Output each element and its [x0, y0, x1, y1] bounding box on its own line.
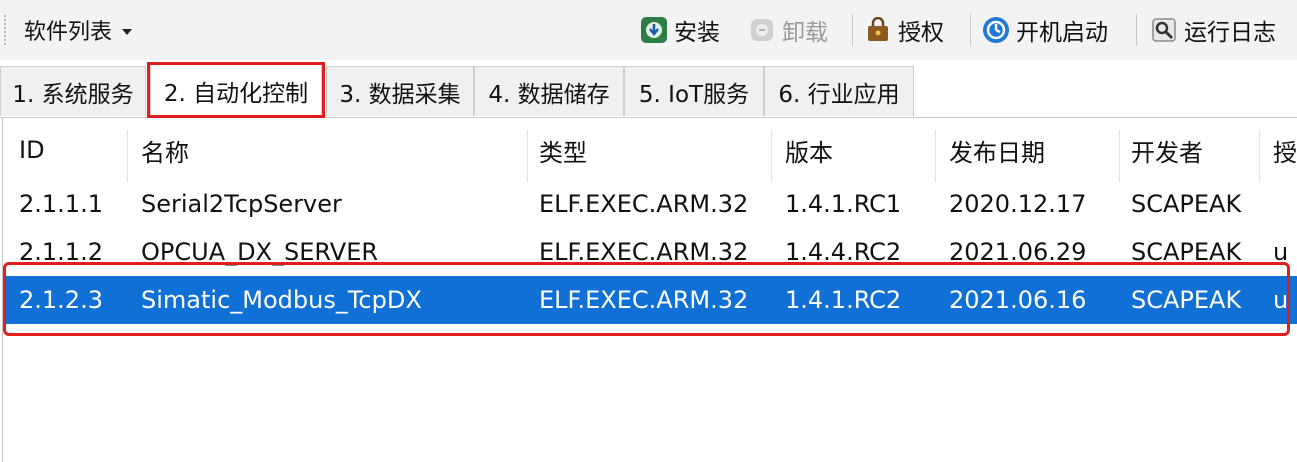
tab-data-acquisition[interactable]: 3. 数据采集	[326, 66, 474, 116]
cell-version: 1.4.4.RC2	[785, 238, 902, 266]
authorize-label: 授权	[898, 20, 944, 46]
tab-iot-services[interactable]: 5. IoT服务	[624, 66, 764, 116]
autostart-icon	[982, 16, 1010, 44]
cell-developer: SCAPEAK	[1131, 238, 1242, 266]
toolbar-divider	[970, 14, 971, 46]
column-divider[interactable]	[527, 130, 528, 182]
tab-data-storage[interactable]: 4. 数据储存	[474, 66, 624, 116]
cell-authorization: u	[1273, 238, 1289, 266]
tab-label: 1. 系统服务	[12, 81, 134, 108]
column-divider[interactable]	[771, 130, 772, 182]
cell-type: ELF.EXEC.ARM.32	[539, 238, 749, 266]
log-button[interactable]: 运行日志	[1150, 10, 1276, 50]
cell-id: 2.1.1.1	[19, 190, 103, 218]
software-list-label: 软件列表	[24, 20, 113, 45]
column-header-id[interactable]: ID	[19, 124, 119, 176]
install-button[interactable]: 安装	[640, 10, 720, 50]
cell-release-date: 2021.06.29	[949, 238, 1087, 266]
cell-name: Simatic_Modbus_TcpDX	[141, 286, 422, 314]
cell-id: 2.1.1.2	[19, 238, 103, 266]
toolbar-divider	[1136, 14, 1137, 46]
cell-version: 1.4.1.RC1	[785, 190, 902, 218]
table-row[interactable]: 2.1.1.2 OPCUA_DX_SERVER ELF.EXEC.ARM.32 …	[3, 228, 1297, 276]
cell-version: 1.4.1.RC2	[785, 286, 902, 314]
column-divider[interactable]	[935, 130, 936, 182]
autostart-button[interactable]: 开机启动	[982, 10, 1108, 50]
column-header-release-date[interactable]: 发布日期	[949, 124, 1109, 176]
column-divider[interactable]	[1259, 130, 1260, 182]
column-header-version[interactable]: 版本	[785, 124, 931, 176]
chevron-down-icon	[122, 29, 133, 35]
table-header: ID 名称 类型 版本 发布日期 开发者 授	[3, 124, 1297, 182]
column-divider[interactable]	[1119, 130, 1120, 182]
toolbar-divider	[852, 14, 853, 46]
column-header-authorization[interactable]: 授	[1273, 124, 1297, 176]
column-header-name[interactable]: 名称	[141, 124, 521, 176]
software-table: ID 名称 类型 版本 发布日期 开发者 授 2.1.1.1 Serial2Tc…	[2, 118, 1297, 462]
table-row[interactable]: 2.1.1.1 Serial2TcpServer ELF.EXEC.ARM.32…	[3, 180, 1297, 228]
tab-industry-apps[interactable]: 6. 行业应用	[764, 66, 914, 116]
log-label: 运行日志	[1184, 20, 1276, 46]
toolbar: 软件列表 安装 卸载 授权 开机启动 运行日志	[0, 0, 1297, 60]
uninstall-button[interactable]: 卸载	[748, 10, 828, 50]
uninstall-icon	[748, 16, 776, 44]
column-divider[interactable]	[127, 130, 128, 182]
cell-name: OPCUA_DX_SERVER	[141, 238, 379, 266]
tab-label: 4. 数据储存	[488, 81, 610, 108]
cell-developer: SCAPEAK	[1131, 286, 1242, 314]
autostart-label: 开机启动	[1016, 20, 1108, 46]
tab-label: 5. IoT服务	[638, 81, 750, 108]
install-label: 安装	[674, 20, 720, 46]
install-icon	[640, 16, 668, 44]
cell-name: Serial2TcpServer	[141, 190, 342, 218]
column-header-type[interactable]: 类型	[539, 124, 769, 176]
cell-developer: SCAPEAK	[1131, 190, 1242, 218]
software-list-dropdown[interactable]: 软件列表	[24, 12, 133, 48]
tab-label: 3. 数据采集	[339, 81, 461, 108]
cell-type: ELF.EXEC.ARM.32	[539, 190, 749, 218]
uninstall-label: 卸载	[782, 20, 828, 46]
tab-automation-control[interactable]: 2. 自动化控制	[150, 64, 322, 116]
toolbar-grip[interactable]	[3, 14, 7, 46]
log-icon	[1150, 16, 1178, 44]
column-header-developer[interactable]: 开发者	[1131, 124, 1251, 176]
category-tab-bar: 1. 系统服务 2. 自动化控制 3. 数据采集 4. 数据储存 5. IoT服…	[0, 60, 1297, 118]
cell-release-date: 2020.12.17	[949, 190, 1087, 218]
cell-release-date: 2021.06.16	[949, 286, 1087, 314]
tab-label: 2. 自动化控制	[163, 80, 309, 107]
authorize-button[interactable]: 授权	[864, 10, 944, 50]
tab-system-services[interactable]: 1. 系统服务	[0, 66, 146, 116]
cell-authorization: u	[1273, 286, 1289, 314]
table-row-selected[interactable]: 2.1.2.3 Simatic_Modbus_TcpDX ELF.EXEC.AR…	[3, 276, 1297, 324]
tab-label: 6. 行业应用	[778, 81, 900, 108]
cell-id: 2.1.2.3	[19, 286, 103, 314]
authorize-icon	[864, 16, 892, 44]
cell-authorization	[1273, 180, 1297, 228]
cell-type: ELF.EXEC.ARM.32	[539, 286, 749, 314]
